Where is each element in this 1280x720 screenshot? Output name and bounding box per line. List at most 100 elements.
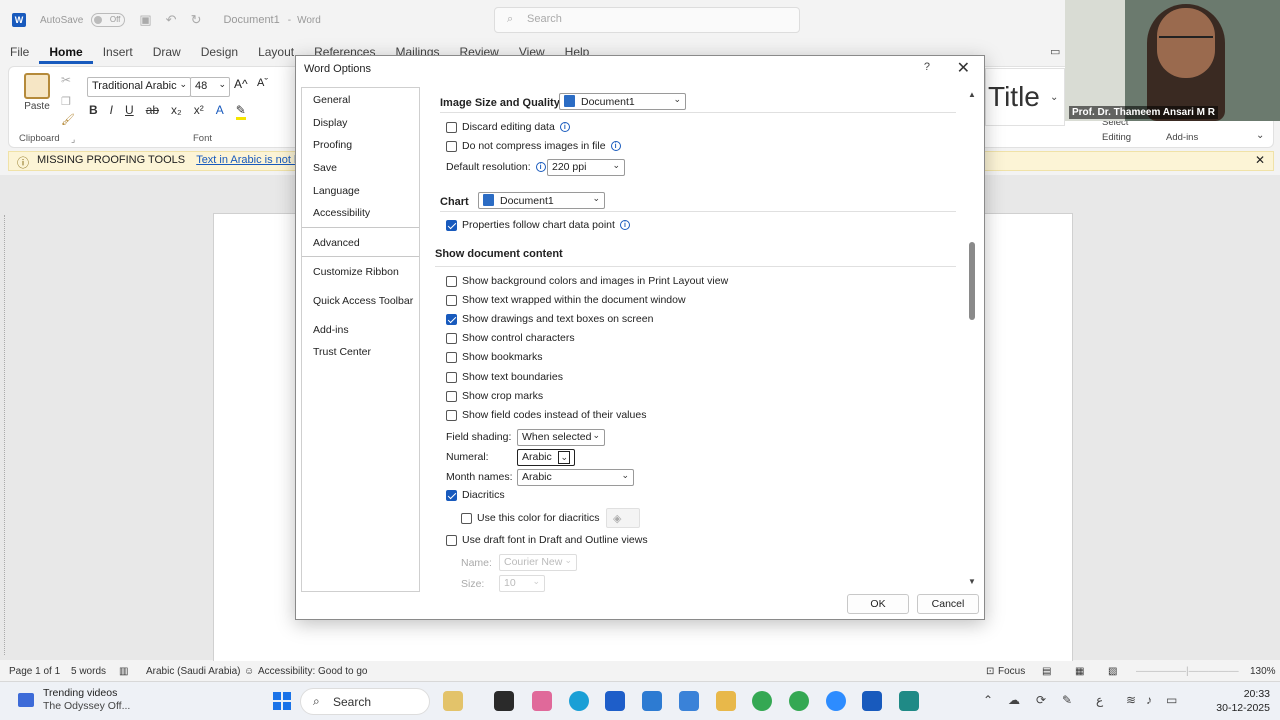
default-resolution-select[interactable]: 220 ppi ⌄ [547,159,625,176]
terminal-icon[interactable] [899,691,919,711]
taskbar-clock[interactable]: 20:33 30-12-2025 [1216,687,1270,715]
props-follow-row[interactable]: Properties follow chart data point i [446,219,630,231]
show-bookmarks-row[interactable]: Show bookmarks [446,351,543,363]
battery-icon[interactable]: ▭ [1166,693,1177,707]
tab-draw[interactable]: Draw [143,42,191,64]
month-names-select[interactable]: Arabic ⌄ [517,469,634,486]
bold-icon[interactable]: B [89,103,98,120]
collapse-ribbon-icon[interactable]: ⌄ [1256,130,1264,141]
nav-language[interactable]: Language [302,179,419,202]
trending-widget[interactable]: Trending videos The Odyssey Off... [43,687,130,713]
checkbox[interactable] [461,512,472,524]
onedrive-icon[interactable]: ☁ [1008,693,1020,707]
nav-trust-center[interactable]: Trust Center [302,340,419,363]
checkbox[interactable] [446,534,457,546]
proofing-icon[interactable]: ▥ [119,666,128,677]
nav-display[interactable]: Display [302,111,419,134]
show-text-wrapped-row[interactable]: Show text wrapped within the document wi… [446,294,686,306]
field-shading-select[interactable]: When selected ⌄ [517,429,605,446]
chrome-profile-icon[interactable] [789,691,809,711]
zoom-level[interactable]: 130% [1250,666,1276,677]
nav-accessibility[interactable]: Accessibility [302,201,419,224]
font-name-select[interactable]: Traditional Arabic ⌄ [87,77,191,97]
tab-file[interactable]: File [0,42,39,64]
close-icon[interactable]: ✕ [1255,153,1265,167]
store-icon[interactable] [605,691,625,711]
nav-addins[interactable]: Add-ins [302,318,419,341]
edge-icon[interactable] [569,691,589,711]
discard-editing-row[interactable]: Discard editing data i [446,121,570,133]
scroll-up-icon[interactable]: ▲ [968,90,976,99]
options-scrollbar[interactable]: ▲ ▼ [966,90,978,586]
paste-button[interactable]: Paste [23,73,51,112]
show-text-boundaries-row[interactable]: Show text boundaries [446,371,563,383]
dialog-launcher-icon[interactable]: ⌟ [71,134,75,145]
widgets-icon[interactable] [443,691,463,711]
word-count[interactable]: 5 words [71,666,106,677]
checkbox-checked[interactable] [446,489,457,501]
comments-icon[interactable]: ▭ [1050,45,1060,58]
page-count[interactable]: Page 1 of 1 [9,666,60,677]
checkbox-checked[interactable] [446,313,457,325]
font-size-select[interactable]: 48 ⌄ [190,77,230,97]
checkbox[interactable] [446,294,457,306]
checkbox-checked[interactable] [446,219,457,231]
checkbox[interactable] [446,121,457,133]
show-crop-marks-row[interactable]: Show crop marks [446,390,543,402]
checkbox[interactable] [446,140,457,152]
dell-icon[interactable] [642,691,662,711]
nav-proofing[interactable]: Proofing [302,133,419,156]
strikethrough-icon[interactable]: ab [146,103,159,120]
close-icon[interactable]: ✕ [957,58,970,78]
underline-icon[interactable]: U [125,103,134,120]
checkbox[interactable] [446,409,457,421]
nav-general[interactable]: General [302,88,419,111]
tab-design[interactable]: Design [191,42,248,64]
mail-icon[interactable] [679,691,699,711]
zoom-slider[interactable]: —————|————— [1136,666,1239,677]
highlight-icon[interactable]: ✎ [235,103,246,120]
redo-icon[interactable]: ↻ [191,12,202,28]
checkbox[interactable] [446,371,457,383]
help-button[interactable]: ? [924,61,930,73]
grow-font-icon[interactable]: A^ [234,77,248,91]
checkbox[interactable] [446,275,457,287]
styles-more-icon[interactable]: ⌄ [1050,92,1058,103]
search-input[interactable]: ⌕ Search [494,7,800,33]
diacritics-color-row[interactable]: Use this color for diacritics [461,512,600,524]
zoom-icon[interactable] [826,691,846,711]
no-compress-row[interactable]: Do not compress images in file i [446,140,621,152]
copilot-icon[interactable] [532,691,552,711]
input-language-icon[interactable]: ع [1096,693,1103,707]
diacritics-color-picker[interactable]: ◈ [606,508,640,528]
chrome-icon[interactable] [752,691,772,711]
nav-save[interactable]: Save [302,156,419,179]
scroll-down-icon[interactable]: ▼ [968,577,976,586]
diacritics-row[interactable]: Diacritics [446,489,505,501]
volume-icon[interactable]: ♪ [1146,693,1152,707]
cut-icon[interactable]: ✂ [61,73,71,87]
image-document-select[interactable]: Document1 ⌄ [559,93,686,110]
wifi-icon[interactable]: ≋ [1126,693,1136,707]
web-layout-icon[interactable]: ▧ [1108,666,1117,677]
checkbox[interactable] [446,332,457,344]
draft-font-name-select[interactable]: Courier New ⌄ [499,554,577,571]
shrink-font-icon[interactable]: Aˇ [257,77,268,89]
undo-icon[interactable]: ↶ [166,12,177,28]
ok-button[interactable]: OK [847,594,909,614]
autosave-toggle[interactable]: Off [91,13,126,27]
tab-insert[interactable]: Insert [93,42,143,64]
focus-button[interactable]: Focus [998,666,1025,677]
show-bg-colors-row[interactable]: Show background colors and images in Pri… [446,275,728,287]
copy-icon[interactable]: ❐ [61,95,71,108]
italic-icon[interactable]: I [110,103,113,120]
format-painter-icon[interactable]: 🖌 [61,113,75,126]
print-layout-icon[interactable]: ▦ [1075,666,1084,677]
tab-home[interactable]: Home [39,42,93,64]
taskbar-search[interactable]: ⌕ Search [300,688,430,715]
accessibility-status[interactable]: Accessibility: Good to go [258,666,368,677]
subscript-icon[interactable]: x₂ [171,103,182,120]
scroll-thumb[interactable] [969,242,975,320]
cancel-button[interactable]: Cancel [917,594,979,614]
show-control-chars-row[interactable]: Show control characters [446,332,575,344]
